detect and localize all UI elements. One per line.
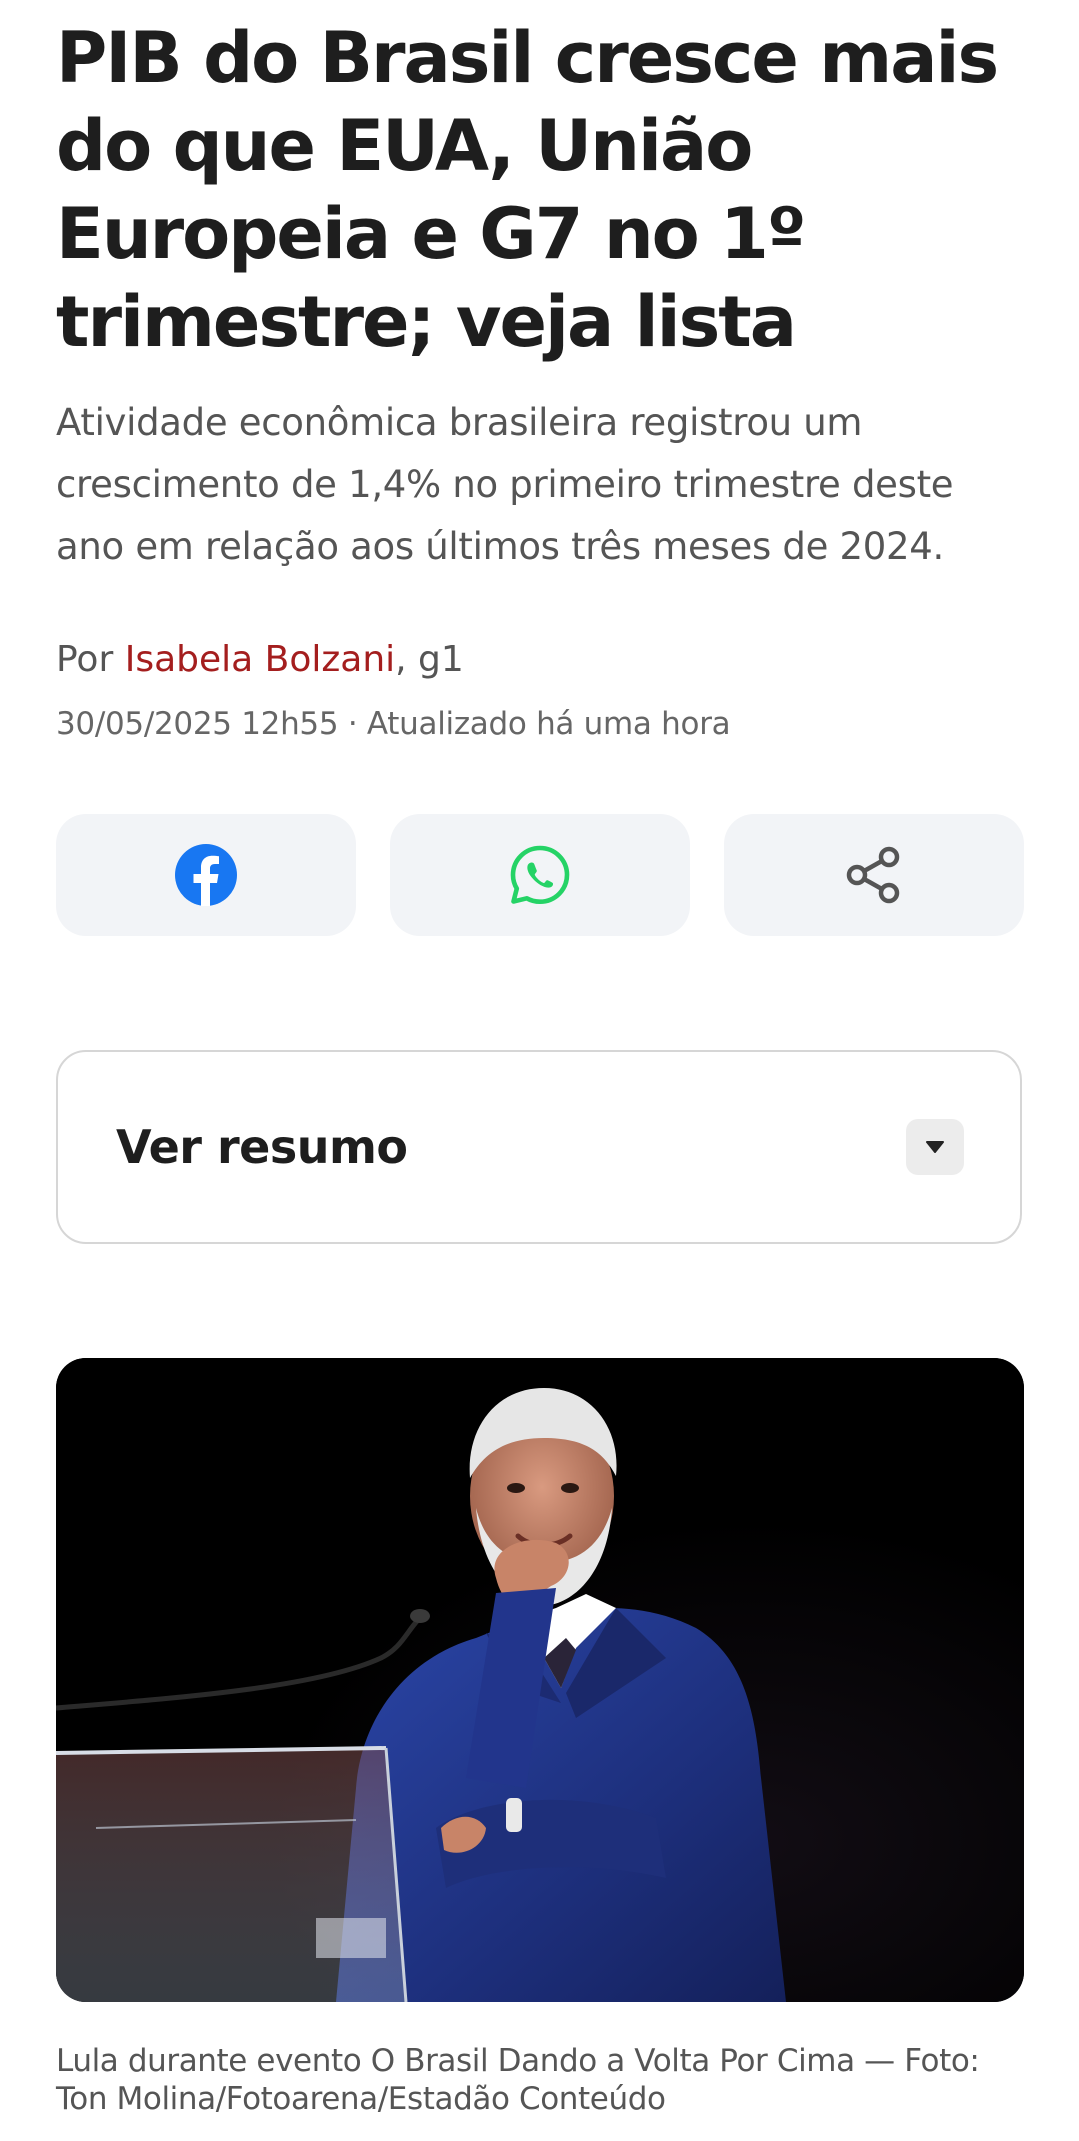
summary-expand-button[interactable]	[906, 1119, 964, 1175]
author-link[interactable]: Isabela Bolzani	[125, 639, 395, 680]
facebook-share-button[interactable]	[56, 814, 356, 936]
byline-source: , g1	[395, 639, 464, 680]
byline-prefix: Por	[56, 639, 125, 680]
whatsapp-icon	[510, 845, 570, 904]
publish-dateline: 30/05/2025 12h55 · Atualizado há uma hor…	[56, 706, 731, 742]
share-bar	[56, 814, 1024, 936]
article-headline: PIB do Brasil cresce mais do que EUA, Un…	[56, 17, 999, 363]
photo-illustration	[56, 1358, 1024, 2002]
share-icon	[846, 846, 900, 904]
facebook-icon	[175, 844, 237, 906]
summary-toggle[interactable]: Ver resumo	[56, 1050, 1022, 1244]
article-subtitle: Atividade econômica brasileira registrou…	[56, 401, 954, 568]
whatsapp-share-button[interactable]	[390, 814, 690, 936]
article: PIB do Brasil cresce mais do que EUA, Un…	[56, 0, 1024, 2117]
summary-label: Ver resumo	[116, 1120, 408, 1174]
share-button[interactable]	[724, 814, 1024, 936]
byline: Por Isabela Bolzani, g1	[56, 638, 1024, 682]
article-photo	[56, 1358, 1024, 2002]
caret-down-icon	[926, 1141, 944, 1153]
photo-caption: Lula durante evento O Brasil Dando a Vol…	[56, 2043, 980, 2117]
